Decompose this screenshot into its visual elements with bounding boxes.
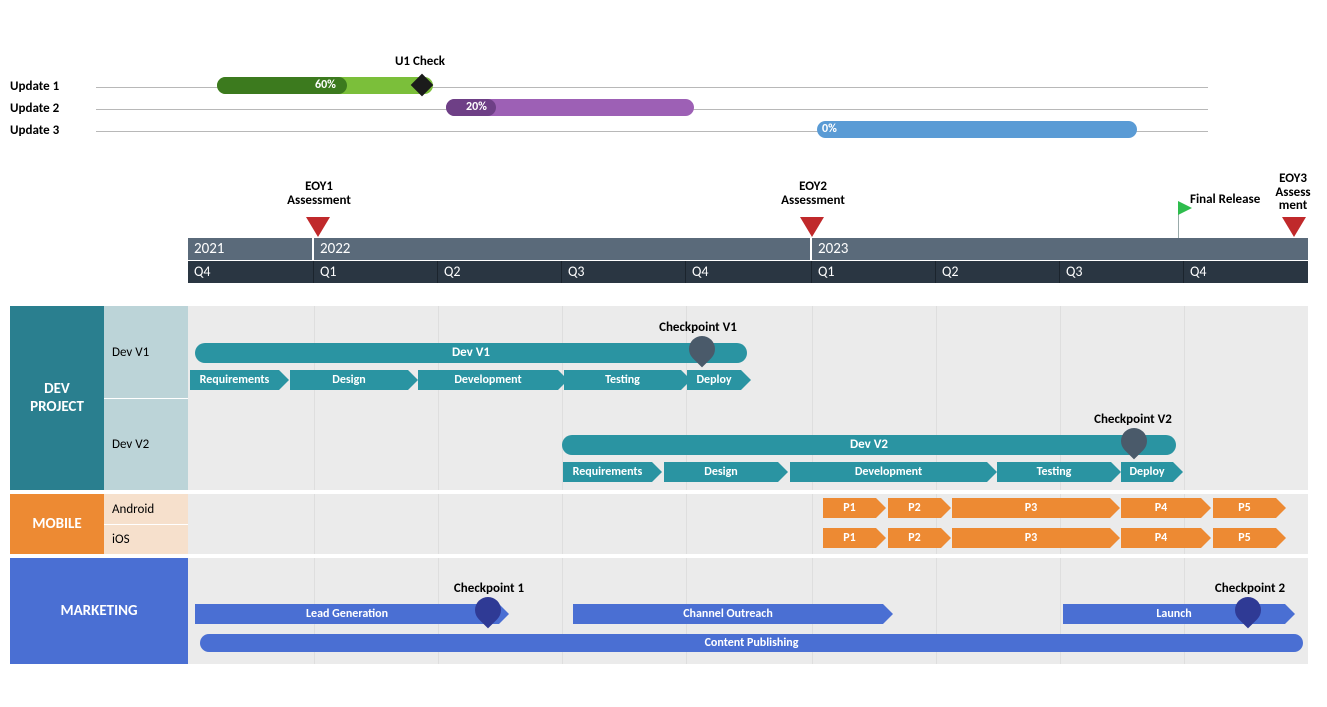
eoy2-marker [800, 217, 824, 237]
update-row-3: Update 3 0% [10, 121, 1317, 143]
ios-p3: P3 [952, 528, 1110, 548]
category-mobile: MOBILE [10, 494, 104, 554]
checkpoint-v2-label: Checkpoint V2 [1073, 412, 1193, 427]
update-label: Update 2 [10, 99, 96, 116]
step-requirements-v1: Requirements [190, 370, 279, 390]
quarter-q4-2023: Q4 [1184, 261, 1308, 283]
android-p1: P1 [823, 498, 876, 518]
ios-p5: P5 [1213, 528, 1276, 548]
eoy3-marker [1282, 217, 1306, 237]
row-android: Android [104, 494, 188, 524]
ios-p4: P4 [1121, 528, 1201, 548]
update-label: Update 1 [10, 77, 96, 94]
eoy1-marker [306, 217, 330, 237]
quarter-q3-2022: Q3 [562, 261, 686, 283]
step-deploy-v2: Deploy [1121, 462, 1173, 482]
update-row-1: Update 1 60% U1 Check [10, 77, 1317, 99]
checkpoint-v1-label: Checkpoint V1 [638, 320, 758, 335]
eoy1-label: EOY1 Assessment [274, 180, 364, 207]
ios-p1: P1 [823, 528, 876, 548]
android-p5: P5 [1213, 498, 1276, 518]
quarter-q2-2022: Q2 [438, 261, 562, 283]
quarter-q2-2023: Q2 [936, 261, 1060, 283]
year-2022: 2022 [314, 238, 810, 260]
mkt-content-publishing: Content Publishing [200, 634, 1303, 652]
quarter-q4-2022: Q4 [686, 261, 812, 283]
step-testing-v1: Testing [564, 370, 681, 390]
category-dev-project: DEV PROJECT [10, 306, 104, 490]
mkt-channel-outreach: Channel Outreach [573, 604, 883, 624]
u1-check-label: U1 Check [380, 55, 460, 69]
step-development-v2: Development [790, 462, 987, 482]
step-development-v1: Development [418, 370, 558, 390]
step-deploy-v1: Deploy [687, 370, 741, 390]
eoy3-label: EOY3 Assess ment [1269, 172, 1317, 213]
android-p4: P4 [1121, 498, 1201, 518]
quarter-q1-2023: Q1 [812, 261, 936, 283]
quarter-q1-2022: Q1 [314, 261, 438, 283]
android-p3: P3 [952, 498, 1110, 518]
row-ios: iOS [104, 524, 188, 554]
summary-dev-v2: Dev V2 [562, 435, 1176, 455]
mkt-checkpoint-1-label: Checkpoint 1 [429, 581, 549, 596]
gantt-chart: Update 1 60% U1 Check Update 2 20% Updat… [10, 10, 1317, 697]
mkt-lead-generation: Lead Generation [195, 604, 499, 624]
year-2021: 2021 [188, 238, 312, 260]
category-marketing: MARKETING [10, 558, 188, 664]
mkt-checkpoint-2-label: Checkpoint 2 [1190, 581, 1310, 596]
row-dev-v1: Dev V1 [104, 306, 188, 398]
summary-dev-v1: Dev V1 [195, 343, 747, 363]
step-testing-v2: Testing [997, 462, 1111, 482]
eoy2-label: EOY2 Assessment [768, 180, 858, 207]
ios-p2: P2 [888, 528, 941, 548]
step-requirements-v2: Requirements [563, 462, 652, 482]
step-design-v1: Design [290, 370, 408, 390]
year-2023: 2023 [812, 238, 1308, 260]
quarter-q4-2021: Q4 [188, 261, 314, 283]
row-dev-v2: Dev V2 [104, 398, 188, 490]
update-row-2: Update 2 20% [10, 99, 1317, 121]
update-label: Update 3 [10, 121, 96, 138]
android-p2: P2 [888, 498, 941, 518]
quarter-q3-2023: Q3 [1060, 261, 1184, 283]
step-design-v2: Design [664, 462, 778, 482]
